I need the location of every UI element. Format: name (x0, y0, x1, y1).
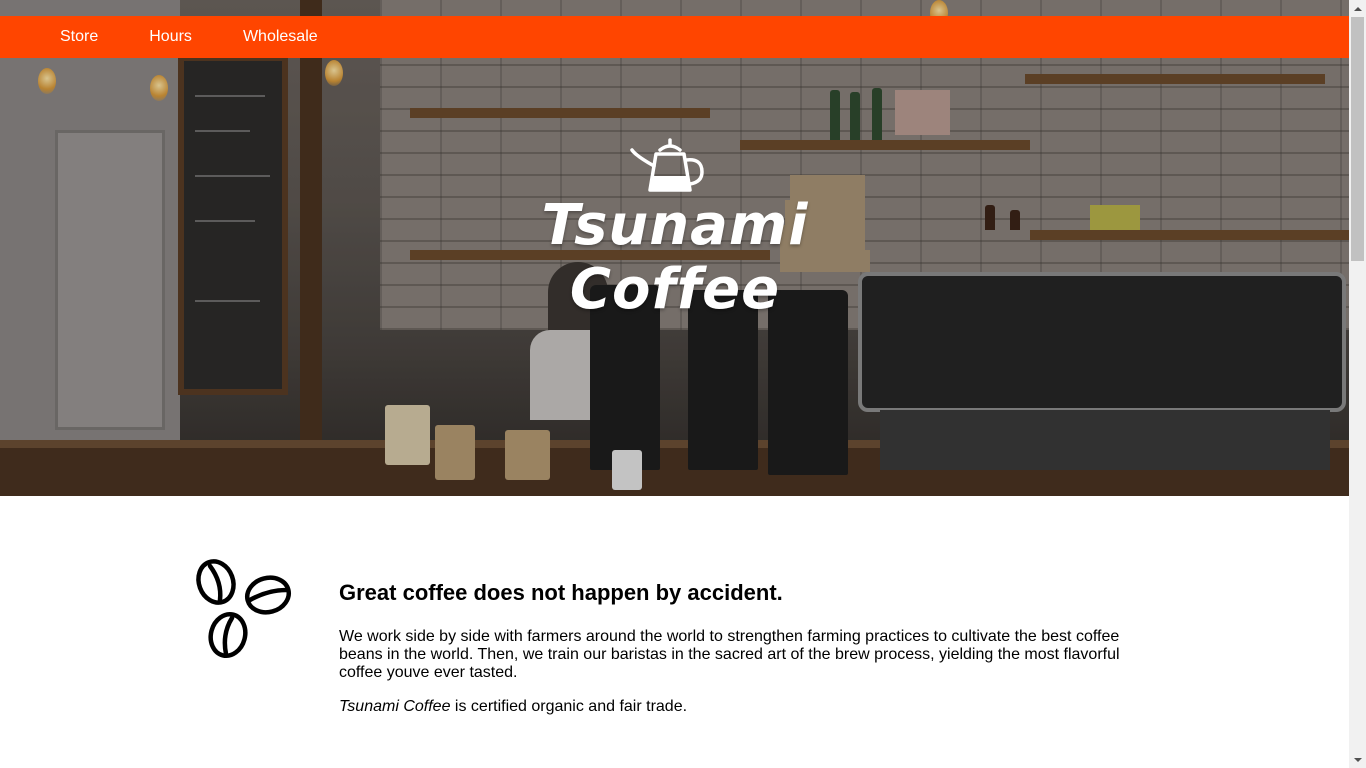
arrow-down-icon (1353, 757, 1362, 762)
brand-name: Tsunami Coffee (339, 698, 451, 715)
arrow-up-icon (1353, 6, 1362, 11)
nav-link-store[interactable]: Store (60, 28, 98, 46)
section-headline: Great coffee does not happen by accident… (339, 580, 783, 605)
vertical-scrollbar[interactable] (1349, 0, 1366, 768)
site-logo: Tsunami Coffee (520, 132, 830, 322)
kettle-icon (630, 138, 704, 192)
logo-line-1: Tsunami (541, 193, 809, 258)
scroll-up-button[interactable] (1349, 0, 1366, 17)
top-navbar: Store Hours Wholesale (0, 16, 1349, 58)
section-paragraph: We work side by side with farmers around… (339, 628, 1120, 681)
certification-rest: is certified organic and fair trade. (450, 698, 688, 715)
about-section: Great coffee does not happen by accident… (0, 496, 1349, 768)
certification-text: Tsunami Coffee is certified organic and … (339, 698, 687, 716)
scroll-down-button[interactable] (1349, 751, 1366, 768)
nav-link-wholesale[interactable]: Wholesale (243, 28, 318, 46)
coffee-beans-icon (196, 559, 292, 659)
scroll-thumb[interactable] (1351, 17, 1364, 261)
page: Store Hours Wholesale Tsunami Coffee Gre… (0, 0, 1349, 768)
nav-link-hours[interactable]: Hours (149, 28, 192, 46)
logo-text: Tsunami Coffee (520, 194, 830, 322)
logo-line-2: Coffee (569, 257, 781, 322)
